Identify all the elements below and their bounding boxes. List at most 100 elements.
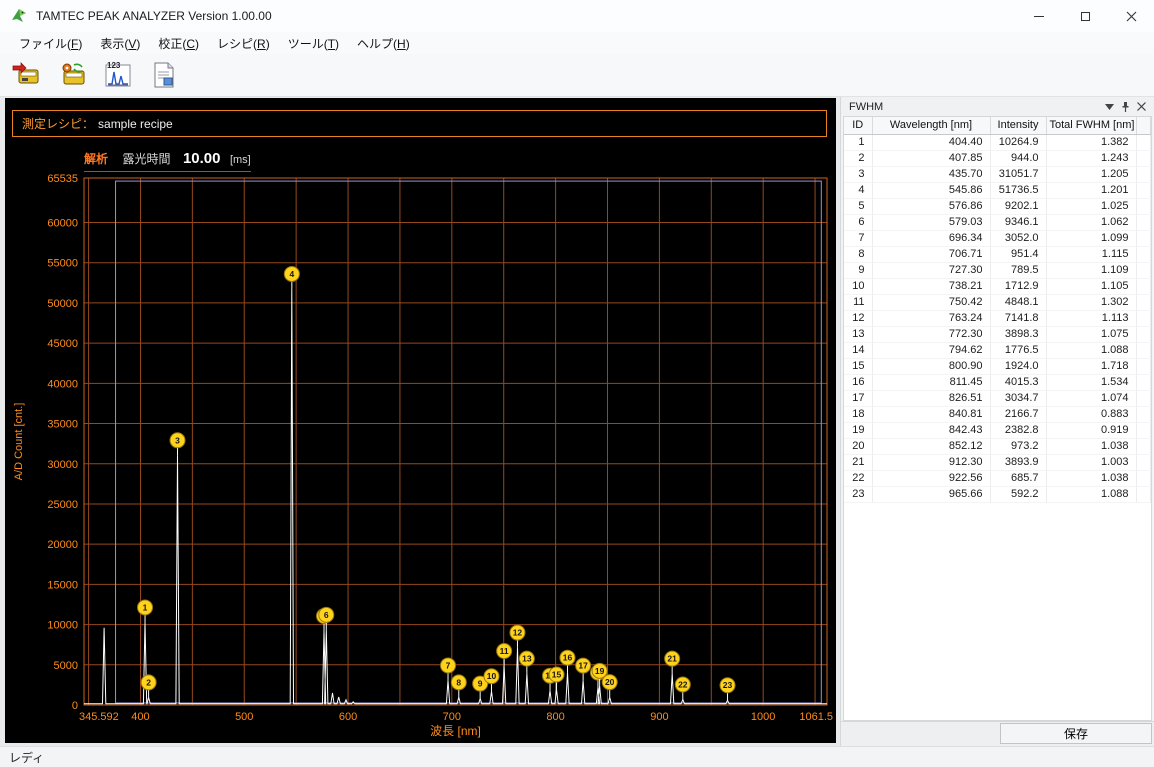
menu-bar: ファイル(F) 表示(V) 校正(C) レシピ(R) ツール(T) ヘルプ(H) <box>0 32 1154 54</box>
panel-close-button[interactable] <box>1133 100 1149 114</box>
axis-tick-label: 700 <box>443 711 461 723</box>
axis-tick-label: 1000 <box>751 711 775 723</box>
svg-text:1: 1 <box>143 602 148 612</box>
menu-item-r[interactable]: レシピ(R) <box>208 33 279 54</box>
table-row[interactable]: 13 772.30 3898.3 1.075 <box>844 326 1151 343</box>
window-title: TAMTEC PEAK ANALYZER Version 1.00.00 <box>36 9 272 23</box>
save-button[interactable]: 保存 <box>1000 723 1152 744</box>
menu-item-v[interactable]: 表示(V) <box>91 33 149 54</box>
menu-item-h[interactable]: ヘルプ(H) <box>348 33 419 54</box>
chevron-down-icon <box>1104 103 1114 110</box>
table-row[interactable]: 9 727.30 789.5 1.109 <box>844 262 1151 279</box>
exposure-time-value: 10.00 <box>182 150 221 167</box>
menu-item-t[interactable]: ツール(T) <box>279 33 348 54</box>
fwhm-table-body: 1 404.40 10264.9 1.382 2 407.85 944.0 1.243 3 435… <box>844 134 1151 503</box>
column-header-filler <box>1136 117 1151 135</box>
table-row[interactable]: 21 912.30 3893.9 1.003 <box>844 454 1151 471</box>
table-row[interactable]: 22 922.56 685.7 1.038 <box>844 470 1151 487</box>
table-row[interactable]: 15 800.90 1924.0 1.718 <box>844 358 1151 375</box>
close-icon <box>1136 102 1146 111</box>
fwhm-panel: FWHM ID Wavelength [nm] Intensity Total FWH… <box>840 97 1154 746</box>
panel-menu-button[interactable] <box>1101 100 1117 114</box>
analysis-label: 解析 <box>84 152 109 166</box>
axis-tick-label: 0 <box>72 700 78 712</box>
measure-icon <box>12 62 39 84</box>
y-axis-title: A/D Count [cnt.] <box>13 403 25 481</box>
table-row[interactable]: 16 811.45 4015.3 1.534 <box>844 374 1151 391</box>
table-row[interactable]: 4 545.86 51736.5 1.201 <box>844 182 1151 199</box>
peak-analysis-button[interactable]: 123 <box>98 57 138 93</box>
table-row[interactable]: 20 852.12 973.2 1.038 <box>844 438 1151 455</box>
column-header[interactable]: Intensity <box>990 117 1047 135</box>
table-row[interactable]: 3 435.70 31051.7 1.205 <box>844 166 1151 183</box>
axis-tick-label: 60000 <box>47 218 78 230</box>
axis-tick-label: 40000 <box>47 378 78 390</box>
panel-pin-button[interactable] <box>1117 100 1133 114</box>
table-row[interactable]: 10 738.21 1712.9 1.105 <box>844 278 1151 295</box>
close-icon <box>1126 11 1136 21</box>
close-button[interactable] <box>1108 0 1154 32</box>
minimize-button[interactable] <box>1016 0 1062 32</box>
menu-item-c[interactable]: 校正(C) <box>149 33 208 54</box>
svg-text:10: 10 <box>487 671 497 681</box>
table-row[interactable]: 12 763.24 7141.8 1.113 <box>844 310 1151 327</box>
panel-bottom-strip: 保存 <box>841 721 1154 746</box>
table-row[interactable]: 11 750.42 4848.1 1.302 <box>844 294 1151 311</box>
menu-item-f[interactable]: ファイル(F) <box>10 33 91 54</box>
status-text: レディ <box>9 750 45 765</box>
exposure-time-label: 露光時間 <box>122 152 171 166</box>
svg-text:17: 17 <box>578 661 588 671</box>
recipe-value: sample recipe <box>98 116 173 131</box>
svg-text:13: 13 <box>522 654 532 664</box>
report-button[interactable] <box>144 57 184 93</box>
recipe-label: 測定レシピ： <box>22 117 95 131</box>
fwhm-table-wrap: ID Wavelength [nm] Intensity Total FWHM [nm… <box>843 116 1152 721</box>
axis-tick-label: 800 <box>546 711 564 723</box>
table-row[interactable]: 6 579.03 9346.1 1.062 <box>844 214 1151 231</box>
svg-text:4: 4 <box>289 269 294 279</box>
table-row[interactable]: 5 576.86 9202.1 1.025 <box>844 198 1151 215</box>
title-bar: TAMTEC PEAK ANALYZER Version 1.00.00 <box>0 0 1154 32</box>
axis-tick-label: 15000 <box>47 579 78 591</box>
svg-text:12: 12 <box>513 628 523 638</box>
column-header[interactable]: ID <box>844 117 873 135</box>
table-row[interactable]: 18 840.81 2166.7 0.883 <box>844 406 1151 423</box>
table-row[interactable]: 2 407.85 944.0 1.243 <box>844 150 1151 167</box>
fwhm-table-header-row: ID Wavelength [nm] Intensity Total FWHM [nm… <box>844 117 1151 135</box>
axis-tick-label: 600 <box>339 711 357 723</box>
axis-tick-label: 25000 <box>47 499 78 511</box>
calibration-gear-icon <box>62 63 85 85</box>
exposure-time-unit: [ms] <box>229 154 251 166</box>
app-icon <box>10 7 28 25</box>
svg-text:15: 15 <box>552 670 562 680</box>
table-row[interactable]: 14 794.62 1776.5 1.088 <box>844 342 1151 359</box>
table-row[interactable]: 23 965.66 592.2 1.088 <box>844 486 1151 503</box>
svg-text:20: 20 <box>605 677 615 687</box>
table-row[interactable]: 17 826.51 3034.7 1.074 <box>844 390 1151 407</box>
axis-tick-label: 45000 <box>47 338 78 350</box>
calibration-button[interactable] <box>52 57 92 93</box>
maximize-icon <box>1080 11 1090 21</box>
status-bar: レディ <box>0 746 1154 767</box>
svg-text:9: 9 <box>478 679 483 689</box>
axis-tick-label: 50000 <box>47 298 78 310</box>
svg-text:3: 3 <box>175 435 180 445</box>
fwhm-panel-title: FWHM <box>849 100 884 113</box>
maximize-button[interactable] <box>1062 0 1108 32</box>
axis-tick-label: 35000 <box>47 419 78 431</box>
column-header[interactable]: Total FWHM [nm] <box>1046 117 1137 135</box>
svg-text:21: 21 <box>667 654 677 664</box>
minimize-icon <box>1034 15 1044 17</box>
table-row[interactable]: 1 404.40 10264.9 1.382 <box>844 134 1151 151</box>
table-row[interactable]: 19 842.43 2382.8 0.919 <box>844 422 1151 439</box>
axis-tick-label: 55000 <box>47 258 78 270</box>
axis-tick-label: 345.592 <box>79 711 119 723</box>
table-row[interactable]: 8 706.71 951.4 1.115 <box>844 246 1151 263</box>
fwhm-panel-header: FWHM <box>841 97 1154 116</box>
fwhm-table: ID Wavelength [nm] Intensity Total FWHM [nm… <box>844 117 1151 503</box>
spectrum-chart[interactable]: 1234567891011121314151617181920212223050… <box>5 98 836 743</box>
svg-text:7: 7 <box>446 660 451 670</box>
table-row[interactable]: 7 696.34 3052.0 1.099 <box>844 230 1151 247</box>
column-header[interactable]: Wavelength [nm] <box>872 117 991 135</box>
measure-button[interactable] <box>6 57 46 93</box>
